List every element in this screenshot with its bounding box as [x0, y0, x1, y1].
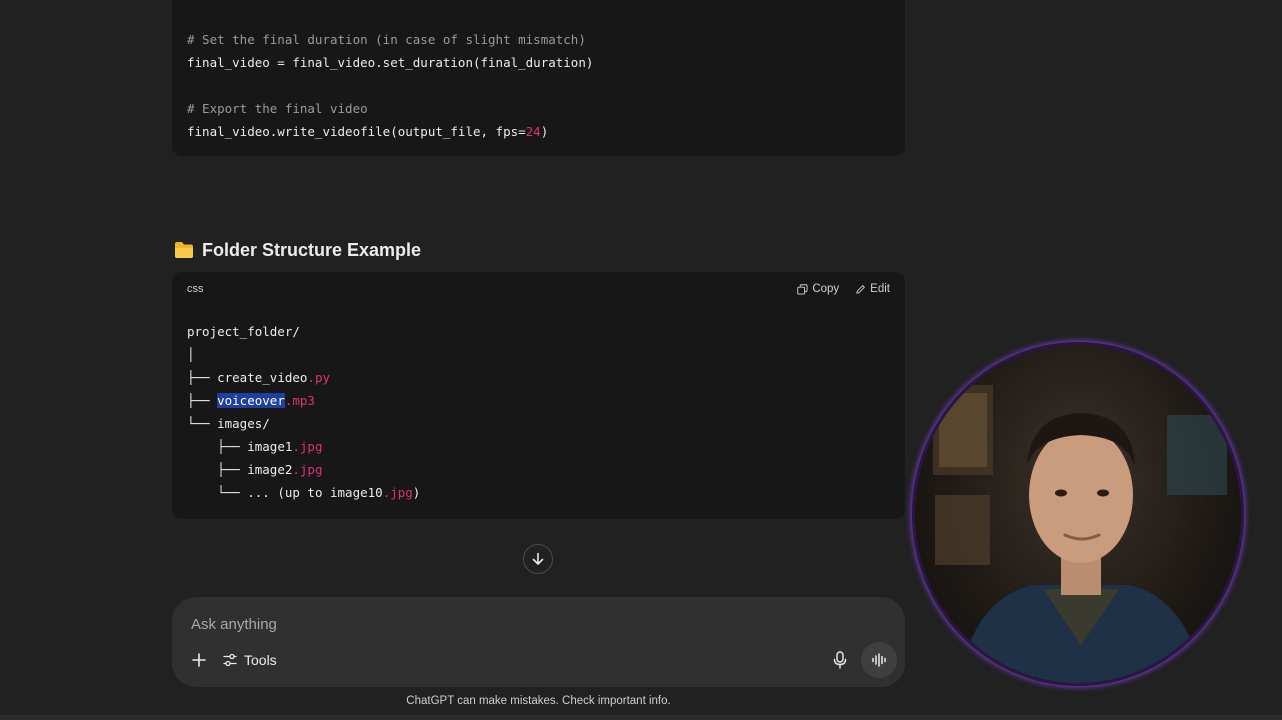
tree-item-name: image2	[247, 462, 293, 477]
copy-label: Copy	[812, 283, 840, 295]
code-line: final_video = final_video.set_duration(f…	[187, 51, 593, 74]
tree-subitem: ├── image1.jpg	[187, 435, 420, 458]
section-heading: Folder Structure Example	[174, 236, 421, 264]
edit-label: Edit	[870, 283, 890, 295]
tree-connector: ├──	[187, 370, 218, 385]
copy-icon	[797, 283, 808, 295]
chat-page: # Set the final duration (in case of sli…	[0, 0, 1282, 720]
composer: Tools	[172, 597, 905, 687]
tree-connector: ├──	[187, 393, 218, 408]
folder-icon	[174, 241, 194, 259]
code-comment: # Set the final duration (in case of sli…	[187, 32, 586, 47]
voice-mode-icon	[872, 653, 886, 667]
section-title: Folder Structure Example	[202, 239, 422, 260]
tree-item-extension: .mp3	[284, 393, 315, 408]
tree-item: └── images/	[187, 412, 420, 435]
tree-connector: └──	[187, 485, 248, 500]
scroll-to-bottom-button[interactable]	[523, 544, 553, 574]
dictate-button[interactable]	[828, 647, 852, 673]
tree-connector: │	[187, 347, 195, 362]
tree-connector: ├──	[187, 439, 248, 454]
tree-root-label: project_folder/	[187, 324, 300, 339]
tree-item: ├── create_video.py	[187, 366, 420, 389]
voice-mode-button[interactable]	[861, 642, 897, 678]
code-header: css Copy Edit	[172, 272, 905, 306]
code-content: # Set the final duration (in case of sli…	[187, 28, 593, 143]
edit-icon	[856, 284, 866, 294]
tree-item-name: image1	[247, 439, 293, 454]
code-line: # Export the final video	[187, 97, 593, 120]
tree-item-name: images/	[217, 416, 270, 431]
webcam-overlay	[912, 342, 1244, 686]
tree-connector: ├──	[187, 462, 248, 477]
code-block-script: # Set the final duration (in case of sli…	[172, 0, 905, 156]
tree-subitem: ├── image2.jpg	[187, 458, 420, 481]
tools-label: Tools	[244, 652, 277, 668]
microphone-icon	[833, 651, 847, 669]
plus-icon	[192, 653, 206, 667]
code-language-label: css	[187, 283, 204, 295]
tree-item-name: create_video	[217, 370, 308, 385]
copy-button[interactable]: Copy	[797, 283, 839, 295]
code-text: )	[540, 124, 549, 139]
presenter-video	[933, 385, 1227, 683]
code-number: 24	[525, 124, 541, 139]
tree-item: ├── voiceover.mp3	[187, 389, 420, 412]
edit-button[interactable]: Edit	[855, 283, 890, 295]
add-attachment-button[interactable]	[186, 647, 212, 673]
folder-tree: project_folder/ │ ├── create_video.py ├─…	[187, 320, 420, 504]
code-comment: # Export the final video	[187, 101, 368, 116]
sliders-icon	[223, 653, 237, 667]
tree-item-tail: )	[412, 485, 421, 500]
disclaimer-text: ChatGPT can make mistakes. Check importa…	[406, 695, 671, 707]
code-block-folder-structure: css Copy Edit project_folder/ │ ├── crea…	[172, 272, 905, 519]
tree-item-name: ... (up to image10	[247, 485, 383, 500]
code-text: final_video = final_video.set_duration(f…	[187, 55, 594, 70]
tree-connector: └──	[187, 416, 218, 431]
tree-item-extension: .jpg	[292, 462, 323, 477]
tree-item-extension: .jpg	[292, 439, 323, 454]
prompt-input[interactable]	[191, 613, 791, 635]
code-line: # Set the final duration (in case of sli…	[187, 28, 593, 51]
tree-subitem: └── ... (up to image10.jpg)	[187, 481, 420, 504]
arrow-down-icon	[532, 552, 544, 565]
tree-item-name-selected: voiceover	[217, 393, 285, 408]
tree-item-extension: .jpg	[382, 485, 413, 500]
code-actions: Copy Edit	[797, 283, 890, 295]
code-line: final_video.write_videofile(output_file,…	[187, 120, 593, 143]
tree-pipe: │	[187, 343, 420, 366]
tree-item-extension: .py	[307, 370, 330, 385]
tree-root: project_folder/	[187, 320, 420, 343]
tools-button[interactable]: Tools	[222, 647, 277, 673]
code-text: final_video.write_videofile(output_file,…	[187, 124, 526, 139]
bottom-strip	[0, 715, 1282, 720]
